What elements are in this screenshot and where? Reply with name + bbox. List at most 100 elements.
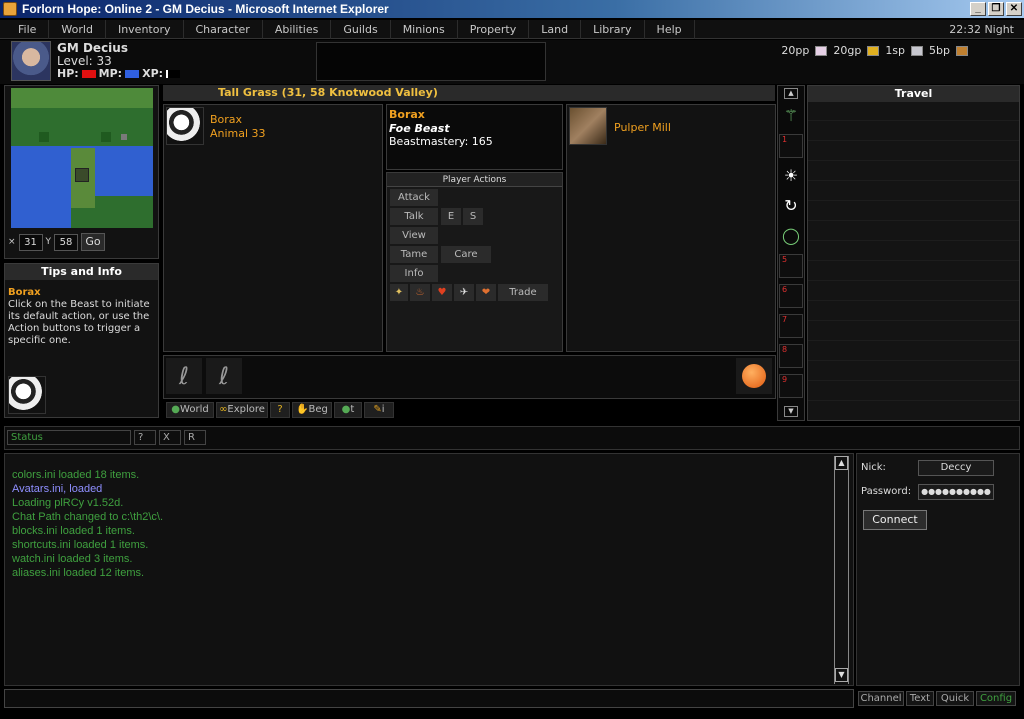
quick-slot-7[interactable]: 7 bbox=[779, 314, 803, 338]
gold-icon bbox=[867, 45, 880, 56]
chat-scrollbar[interactable]: ▲ ▼ bbox=[834, 456, 849, 684]
platinum-icon bbox=[815, 45, 828, 56]
quick-slot-9[interactable]: 9 bbox=[779, 374, 803, 398]
menu-property[interactable]: Property bbox=[458, 19, 530, 39]
sun-slot-icon[interactable]: ☀ bbox=[779, 164, 803, 188]
menu-file[interactable]: File bbox=[0, 19, 50, 39]
attack-button[interactable]: Attack bbox=[390, 189, 438, 206]
quick-slot-1[interactable]: 1 bbox=[779, 134, 803, 158]
menu-minions[interactable]: Minions bbox=[391, 19, 458, 39]
menu-land[interactable]: Land bbox=[529, 19, 582, 39]
menu-inventory[interactable]: Inventory bbox=[106, 19, 184, 39]
tab-channel[interactable]: Channel bbox=[858, 691, 904, 706]
player-bars: HP: MP: XP: bbox=[57, 67, 181, 80]
bronze-amount: 5bp bbox=[929, 44, 950, 57]
scroll-down-arrow-icon[interactable]: ▼ bbox=[835, 668, 848, 682]
tab-help[interactable]: ? bbox=[270, 402, 290, 418]
status-field[interactable]: Status bbox=[7, 430, 131, 445]
heart-action-icon[interactable]: ♥ bbox=[432, 284, 452, 301]
quick-slot-6[interactable]: 6 bbox=[779, 284, 803, 308]
menu-library[interactable]: Library bbox=[581, 19, 645, 39]
menu-world[interactable]: World bbox=[49, 19, 106, 39]
tab-t[interactable]: ●t bbox=[334, 402, 362, 418]
status-x-button[interactable]: X bbox=[159, 430, 181, 445]
connect-button[interactable]: Connect bbox=[863, 510, 927, 530]
borax-portrait[interactable] bbox=[166, 107, 204, 145]
menu-abilities[interactable]: Abilities bbox=[263, 19, 332, 39]
tab-text[interactable]: Text bbox=[906, 691, 934, 706]
menu-guilds[interactable]: Guilds bbox=[331, 19, 391, 39]
tab-beg[interactable]: ✋Beg bbox=[292, 402, 332, 418]
tab-i-label: i bbox=[381, 404, 385, 415]
log-line: blocks.ini loaded 1 items. bbox=[12, 525, 135, 537]
bird-action-icon[interactable]: ✈ bbox=[454, 284, 474, 301]
info-button[interactable]: Info bbox=[390, 265, 438, 282]
hand-icon: ✋ bbox=[296, 404, 309, 415]
talk-button[interactable]: Talk bbox=[390, 208, 438, 225]
fruit-item-icon[interactable] bbox=[736, 358, 772, 394]
menu-bar: File World Inventory Character Abilities… bbox=[0, 19, 1024, 39]
s-button[interactable]: S bbox=[463, 208, 483, 225]
window-title: Forlorn Hope: Online 2 - GM Decius - Mic… bbox=[22, 2, 389, 16]
password-input[interactable]: ●●●●●●●●●● bbox=[918, 484, 994, 500]
maximize-button[interactable]: ❐ bbox=[988, 2, 1004, 16]
nick-input[interactable]: Deccy bbox=[918, 460, 994, 476]
tab-explore[interactable]: ∞Explore bbox=[216, 402, 268, 418]
care-button[interactable]: Care bbox=[441, 246, 491, 263]
tab-config[interactable]: Config bbox=[976, 691, 1016, 706]
log-line: Loading plRCy v1.52d. bbox=[12, 497, 124, 509]
minimap[interactable] bbox=[11, 88, 153, 228]
ring-slot-icon[interactable]: ◯ bbox=[779, 224, 803, 248]
sparkle-slot-icon[interactable]: ⚚ bbox=[779, 104, 803, 128]
scroll-up-arrow-icon[interactable]: ▲ bbox=[835, 456, 848, 470]
feed-action-icon[interactable]: ♨ bbox=[410, 284, 430, 301]
scroll-up-button[interactable]: ▲ bbox=[784, 88, 798, 99]
quick-slot-8[interactable]: 8 bbox=[779, 344, 803, 368]
xp-label: XP: bbox=[142, 67, 164, 80]
tips-title: Tips and Info bbox=[5, 264, 158, 280]
menu-character[interactable]: Character bbox=[184, 19, 263, 39]
go-button[interactable]: Go bbox=[81, 233, 106, 251]
boot-item-icon[interactable]: ℓ bbox=[206, 358, 242, 394]
globe-icon: ● bbox=[171, 404, 181, 415]
trade-button[interactable]: Trade bbox=[498, 284, 548, 301]
tame-button[interactable]: Tame bbox=[390, 246, 438, 263]
log-line: shortcuts.ini loaded 1 items. bbox=[12, 539, 149, 551]
tab-explore-label: Explore bbox=[227, 404, 265, 415]
window-titlebar: Forlorn Hope: Online 2 - GM Decius - Mic… bbox=[0, 0, 1024, 18]
tab-beg-label: Beg bbox=[308, 404, 328, 415]
chat-input[interactable] bbox=[4, 689, 854, 708]
tab-i[interactable]: ✎i bbox=[364, 402, 394, 418]
quick-slot-5[interactable]: 5 bbox=[779, 254, 803, 278]
view-button[interactable]: View bbox=[390, 227, 438, 244]
chat-log: colors.ini loaded 18 items. Avatars.ini,… bbox=[12, 468, 163, 580]
bronze-icon bbox=[956, 45, 968, 56]
building-name[interactable]: Pulper Mill bbox=[614, 121, 671, 134]
x-label: × bbox=[8, 237, 16, 247]
tab-world[interactable]: ●World bbox=[166, 402, 214, 418]
y-coordinate-input[interactable]: 58 bbox=[54, 233, 79, 251]
boot-item-icon[interactable]: ℓ bbox=[166, 358, 202, 394]
menu-help[interactable]: Help bbox=[645, 19, 695, 39]
tips-text: Click on the Beast to initiate its defau… bbox=[8, 299, 150, 346]
player-avatar[interactable] bbox=[11, 41, 51, 81]
star-action-icon[interactable]: ✦ bbox=[390, 284, 408, 301]
gift-action-icon[interactable]: ❤ bbox=[476, 284, 496, 301]
location-title: Tall Grass (31, 58 Knotwood Valley) bbox=[218, 86, 438, 99]
x-coordinate-input[interactable]: 31 bbox=[18, 233, 43, 251]
mp-bar bbox=[125, 69, 140, 78]
status-help-button[interactable]: ? bbox=[134, 430, 156, 445]
player-actions-title: Player Actions bbox=[387, 173, 562, 187]
tab-quick[interactable]: Quick bbox=[936, 691, 974, 706]
scroll-down-button[interactable]: ▼ bbox=[784, 406, 798, 417]
recall-slot-icon[interactable]: ↻ bbox=[779, 194, 803, 218]
close-button[interactable]: ✕ bbox=[1006, 2, 1022, 16]
entity-name[interactable]: Borax bbox=[210, 113, 242, 126]
e-button[interactable]: E bbox=[441, 208, 461, 225]
minimize-button[interactable]: _ bbox=[970, 2, 986, 16]
log-line: watch.ini loaded 3 items. bbox=[12, 553, 133, 565]
feather-icon: ✎ bbox=[373, 404, 382, 415]
gold-amount: 20gp bbox=[833, 44, 862, 57]
status-r-button[interactable]: R bbox=[184, 430, 206, 445]
pulper-mill-icon[interactable] bbox=[569, 107, 607, 145]
